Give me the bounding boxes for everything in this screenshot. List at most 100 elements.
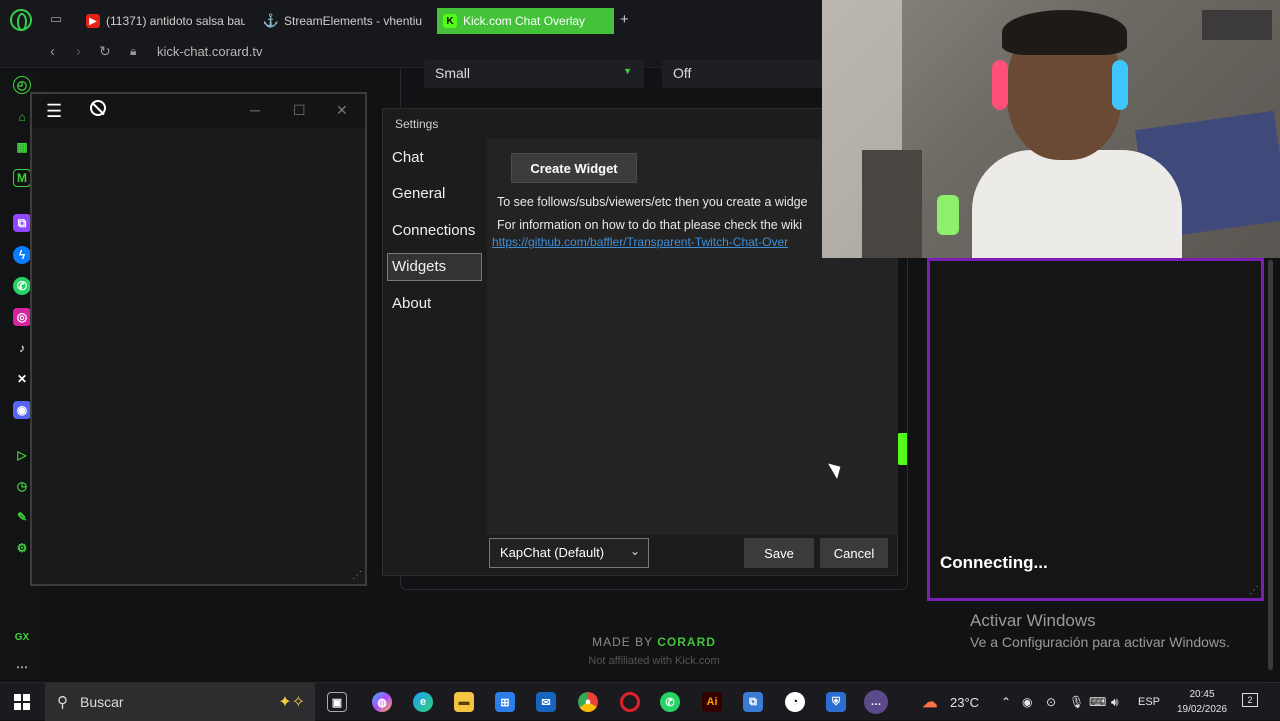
twitch-icon[interactable]: ⧉ bbox=[13, 214, 31, 232]
sparkle-icon: ✦✧ bbox=[278, 694, 305, 711]
overlay-preview: Connecting... ⋰ bbox=[927, 258, 1264, 601]
cancel-button[interactable]: Cancel bbox=[820, 538, 888, 568]
no-interaction-icon[interactable] bbox=[90, 100, 106, 116]
settings-dialog: Settings Chat General Connections Widget… bbox=[382, 108, 898, 576]
toggle-select-value: Off bbox=[673, 65, 692, 81]
outlook-icon[interactable]: ✉ bbox=[536, 692, 556, 712]
chevron-up-icon[interactable]: ⌃ bbox=[1001, 695, 1011, 709]
theme-select-value: KapChat (Default) bbox=[500, 545, 605, 560]
create-widget-button[interactable]: Create Widget bbox=[511, 153, 637, 183]
gx-corner-icon[interactable]: ▦ bbox=[13, 138, 31, 156]
chevron-down-icon: ⌄ bbox=[629, 544, 640, 558]
speed-dial-icon[interactable]: ◴ bbox=[13, 76, 31, 94]
volume-icon[interactable]: 🔊︎ bbox=[1111, 695, 1119, 710]
reload-icon[interactable]: ↻ bbox=[99, 43, 111, 60]
search-icon: ⚲ bbox=[57, 694, 68, 711]
save-button[interactable]: Save bbox=[744, 538, 814, 568]
workspaces-icon[interactable]: ▭ bbox=[50, 11, 62, 27]
microphone-icon[interactable]: 🎙︎ bbox=[1069, 695, 1084, 709]
clock[interactable]: 20:45 19/02/2026 bbox=[1172, 687, 1232, 717]
back-icon[interactable]: ‹ bbox=[50, 43, 55, 60]
settings-nav-about[interactable]: About bbox=[388, 291, 483, 319]
store-icon[interactable]: ⌂ bbox=[13, 108, 31, 126]
settings-nav-general[interactable]: General bbox=[388, 181, 483, 209]
discord-icon[interactable]: ◉ bbox=[13, 401, 31, 419]
instagram-icon[interactable]: ◎ bbox=[13, 308, 31, 326]
tab-kick-chat-overlay[interactable]: K Kick.com Chat Overlay bbox=[437, 8, 614, 34]
start-button[interactable] bbox=[14, 694, 30, 710]
task-view-icon[interactable]: ▣ bbox=[327, 692, 347, 712]
kick-button-edge[interactable] bbox=[897, 433, 907, 465]
windows-taskbar: ⚲ Buscar ✦✧ ▣ ◍ e ▬ ⊞ ✉ ● ✆ Ai ⧉ ◔ ⛨ … ☁… bbox=[0, 682, 1280, 721]
shield-icon[interactable]: ⛨ bbox=[826, 692, 846, 712]
location-icon[interactable]: ⊙ bbox=[1046, 695, 1056, 709]
close-icon[interactable]: ✕ bbox=[336, 102, 348, 119]
settings-icon[interactable]: ⚙ bbox=[13, 539, 31, 557]
toggle-select[interactable]: Off bbox=[662, 60, 832, 88]
youtube-icon: ▶ bbox=[86, 14, 100, 28]
minimize-icon[interactable]: ─ bbox=[250, 102, 260, 118]
url-text[interactable]: kick-chat.corard.tv bbox=[157, 44, 262, 59]
extensions-icon[interactable]: ✎ bbox=[13, 508, 31, 526]
record-icon[interactable]: ◉ bbox=[1022, 695, 1032, 709]
opera-gx-logo-icon[interactable] bbox=[10, 9, 32, 31]
more-icon[interactable]: ⋯ bbox=[13, 658, 31, 676]
weather-temp[interactable]: 23°C bbox=[950, 695, 979, 710]
made-by-label: MADE BY bbox=[592, 635, 653, 649]
messenger-icon[interactable]: ϟ bbox=[13, 246, 31, 264]
gx-icon[interactable]: GX bbox=[13, 628, 31, 646]
footer-made-by: MADE BY CORARD bbox=[540, 635, 768, 649]
chrome-icon[interactable]: ● bbox=[578, 692, 598, 712]
footer-note: Not affiliated with Kick.com bbox=[588, 655, 720, 667]
whatsapp-icon[interactable]: ✆ bbox=[13, 277, 31, 295]
notifications-icon[interactable]: 2 bbox=[1242, 693, 1258, 707]
maximize-icon[interactable]: ☐ bbox=[293, 102, 306, 119]
settings-nav-chat[interactable]: Chat bbox=[388, 145, 483, 173]
weather-icon[interactable]: ☁ bbox=[920, 692, 940, 712]
tab-streamelements[interactable]: ⚓ StreamElements - vhentiu bbox=[258, 8, 428, 34]
lock-icon: 🔒︎ bbox=[130, 44, 137, 58]
chat-app-icon[interactable]: … bbox=[864, 690, 888, 714]
new-tab-button[interactable]: + bbox=[620, 11, 629, 28]
whatsapp-taskbar-icon[interactable]: ✆ bbox=[660, 692, 680, 712]
forward-icon[interactable]: › bbox=[76, 43, 81, 60]
menu-icon[interactable]: ☰ bbox=[46, 101, 62, 122]
tab-label: Kick.com Chat Overlay bbox=[463, 14, 586, 28]
chat-window: ☰ ─ ☐ ✕ ⋰ bbox=[30, 92, 367, 586]
network-icon[interactable]: ⌨ bbox=[1089, 695, 1106, 709]
tab-youtube[interactable]: ▶ (11371) antidoto salsa baul bbox=[80, 8, 245, 34]
resize-grip-icon[interactable]: ⋰ bbox=[1249, 585, 1259, 596]
wiki-link[interactable]: https://github.com/baffler/Transparent-T… bbox=[492, 235, 788, 249]
clock-date: 19/02/2026 bbox=[1176, 704, 1228, 715]
obs-icon[interactable]: ◔ bbox=[785, 692, 805, 712]
wiki-info-text: For information on how to do that please… bbox=[497, 218, 803, 232]
brand-link[interactable]: CORARD bbox=[657, 635, 716, 649]
streamelements-icon: ⚓ bbox=[262, 13, 280, 28]
clock-time: 20:45 bbox=[1189, 689, 1215, 700]
copilot-icon[interactable]: ◍ bbox=[372, 692, 392, 712]
settings-nav-widgets[interactable]: Widgets bbox=[387, 253, 482, 281]
page-scrollbar[interactable] bbox=[1268, 260, 1273, 670]
history-icon[interactable]: ◷ bbox=[13, 477, 31, 495]
theme-select[interactable]: KapChat (Default) ⌄ bbox=[489, 538, 649, 568]
size-select-value: Small bbox=[435, 65, 471, 81]
app-icon[interactable]: ⧉ bbox=[743, 692, 763, 712]
illustrator-icon[interactable]: Ai bbox=[702, 692, 722, 712]
edge-icon[interactable]: e bbox=[413, 692, 433, 712]
music-icon[interactable]: M bbox=[13, 169, 31, 187]
language-indicator[interactable]: ESP bbox=[1138, 696, 1160, 708]
settings-title: Settings bbox=[395, 117, 439, 131]
resize-grip-icon[interactable]: ⋰ bbox=[352, 570, 362, 581]
tab-label: (11371) antidoto salsa baul bbox=[106, 14, 245, 28]
x-icon[interactable]: ✕ bbox=[13, 370, 31, 388]
tiktok-icon[interactable]: ♪ bbox=[13, 339, 31, 357]
opera-gx-taskbar-icon[interactable] bbox=[620, 692, 640, 712]
file-explorer-icon[interactable]: ▬ bbox=[454, 692, 474, 712]
taskbar-search[interactable]: ⚲ Buscar ✦✧ bbox=[45, 683, 315, 721]
search-placeholder: Buscar bbox=[80, 694, 124, 710]
player-icon[interactable]: ▷ bbox=[13, 446, 31, 464]
settings-nav-connections[interactable]: Connections bbox=[388, 218, 483, 246]
size-select[interactable]: Small ▼ bbox=[424, 60, 644, 88]
store-taskbar-icon[interactable]: ⊞ bbox=[495, 692, 515, 712]
activate-windows-subtitle: Ve a Configuración para activar Windows. bbox=[970, 634, 1230, 650]
